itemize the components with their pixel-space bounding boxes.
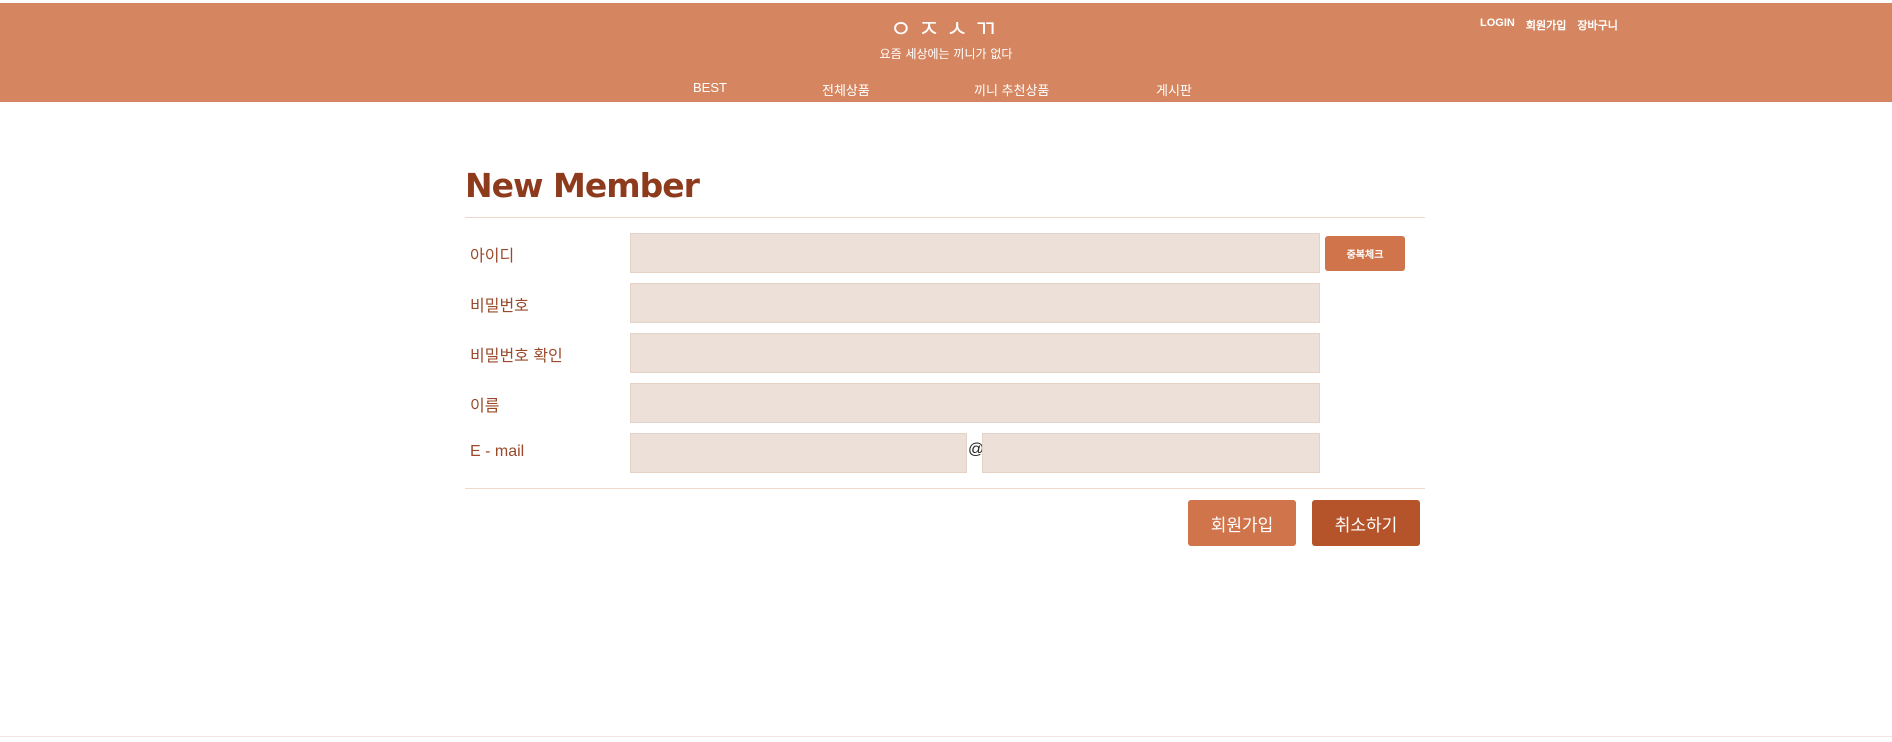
signup-button[interactable]: 회원가입 — [1188, 500, 1296, 546]
divider-bottom — [465, 488, 1425, 489]
name-input[interactable] — [630, 383, 1320, 423]
id-input[interactable] — [630, 233, 1320, 273]
duplicate-check-button[interactable]: 중복체크 — [1325, 236, 1405, 271]
email-user-input[interactable] — [630, 433, 967, 473]
cancel-button[interactable]: 취소하기 — [1312, 500, 1420, 546]
password-input[interactable] — [630, 283, 1320, 323]
email-label: E - mail — [470, 443, 525, 460]
page-title: New Member — [465, 166, 700, 205]
signup-link[interactable]: 회원가입 — [1526, 17, 1566, 33]
login-link[interactable]: LOGIN — [1480, 17, 1515, 33]
password-confirm-label: 비밀번호 확인 — [470, 348, 563, 365]
name-label: 이름 — [470, 398, 500, 415]
nav-item-board[interactable]: 게시판 — [1156, 80, 1192, 99]
nav-item-recommended[interactable]: 끼니 추천상품 — [974, 80, 1049, 99]
email-domain-input[interactable] — [982, 433, 1320, 473]
footer-divider — [0, 736, 1892, 737]
logo-tagline: 요즘 세상에는 끼니가 없다 — [879, 47, 1013, 61]
site-header: ㅇㅈㅅㄲ 요즘 세상에는 끼니가 없다 LOGIN 회원가입 장바구니 BEST… — [0, 3, 1892, 102]
nav-item-all-products[interactable]: 전체상품 — [822, 80, 870, 99]
password-label: 비밀번호 — [470, 298, 529, 315]
id-label: 아이디 — [470, 248, 515, 265]
cart-link[interactable]: 장바구니 — [1577, 17, 1617, 33]
utility-nav: LOGIN 회원가입 장바구니 — [1480, 17, 1618, 33]
nav-item-best[interactable]: BEST — [693, 80, 727, 95]
password-confirm-input[interactable] — [630, 333, 1320, 373]
divider-top — [465, 217, 1425, 218]
